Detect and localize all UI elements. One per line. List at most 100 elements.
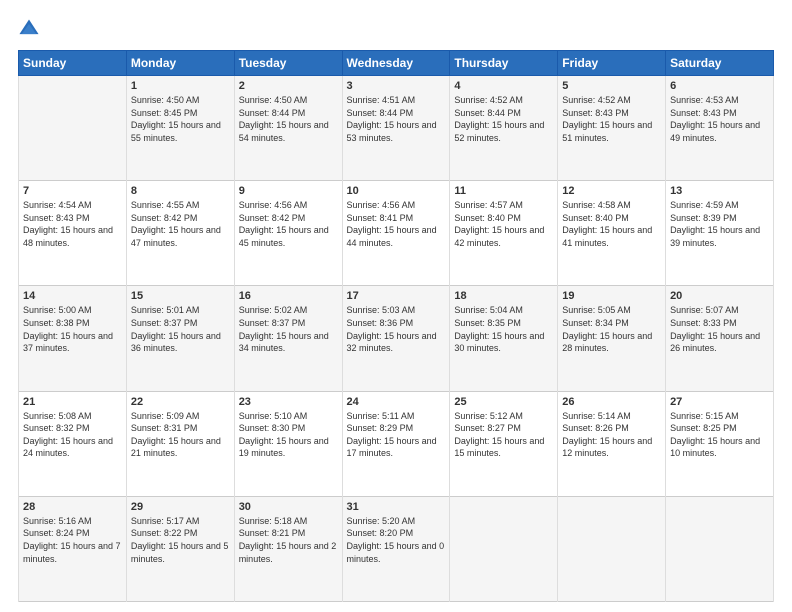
day-number: 1	[131, 80, 230, 92]
cell-text: Sunrise: 5:05 AMSunset: 8:34 PMDaylight:…	[562, 305, 652, 353]
week-row-2: 14 Sunrise: 5:00 AMSunset: 8:38 PMDayligh…	[19, 286, 774, 391]
week-row-4: 28Sunrise: 5:16 AMSunset: 8:24 PMDayligh…	[19, 496, 774, 601]
cell-text: Sunrise: 4:58 AMSunset: 8:40 PMDaylight:…	[562, 200, 652, 248]
day-number: 6	[670, 80, 769, 92]
calendar-cell: 5 Sunrise: 4:52 AMSunset: 8:43 PMDaylight…	[558, 76, 666, 181]
calendar-cell	[19, 76, 127, 181]
calendar-cell: 11 Sunrise: 4:57 AMSunset: 8:40 PMDayligh…	[450, 181, 558, 286]
weekday-header-monday: Monday	[126, 51, 234, 76]
calendar-cell: 10 Sunrise: 4:56 AMSunset: 8:41 PMDayligh…	[342, 181, 450, 286]
cell-text: Sunrise: 5:07 AMSunset: 8:33 PMDaylight:…	[670, 305, 760, 353]
page: SundayMondayTuesdayWednesdayThursdayFrid…	[0, 0, 792, 612]
calendar-cell: 31 Sunrise: 5:20 AMSunset: 8:20 PMDayligh…	[342, 496, 450, 601]
day-number: 17	[347, 290, 446, 302]
day-number: 9	[239, 185, 338, 197]
day-number: 13	[670, 185, 769, 197]
weekday-header-row: SundayMondayTuesdayWednesdayThursdayFrid…	[19, 51, 774, 76]
cell-text: Sunrise: 4:57 AMSunset: 8:40 PMDaylight:…	[454, 200, 544, 248]
calendar-cell: 19 Sunrise: 5:05 AMSunset: 8:34 PMDayligh…	[558, 286, 666, 391]
calendar-cell: 7Sunrise: 4:54 AMSunset: 8:43 PMDaylight…	[19, 181, 127, 286]
calendar-cell: 8 Sunrise: 4:55 AMSunset: 8:42 PMDaylight…	[126, 181, 234, 286]
cell-text: Sunrise: 4:50 AMSunset: 8:44 PMDaylight:…	[239, 95, 329, 143]
calendar-cell: 18 Sunrise: 5:04 AMSunset: 8:35 PMDayligh…	[450, 286, 558, 391]
cell-text: Sunrise: 4:53 AMSunset: 8:43 PMDaylight:…	[670, 95, 760, 143]
day-number: 15	[131, 290, 230, 302]
cell-text: Sunrise: 5:01 AMSunset: 8:37 PMDaylight:…	[131, 305, 221, 353]
cell-text: Sunrise: 5:11 AMSunset: 8:29 PMDaylight:…	[347, 411, 437, 459]
calendar-cell: 1 Sunrise: 4:50 AMSunset: 8:45 PMDaylight…	[126, 76, 234, 181]
calendar-cell: 29 Sunrise: 5:17 AMSunset: 8:22 PMDayligh…	[126, 496, 234, 601]
calendar-cell: 14 Sunrise: 5:00 AMSunset: 8:38 PMDayligh…	[19, 286, 127, 391]
cell-text: Sunrise: 5:00 AMSunset: 8:38 PMDaylight:…	[23, 305, 113, 353]
day-number: 27	[670, 396, 769, 408]
calendar-cell: 3 Sunrise: 4:51 AMSunset: 8:44 PMDaylight…	[342, 76, 450, 181]
calendar-cell: 26 Sunrise: 5:14 AMSunset: 8:26 PMDayligh…	[558, 391, 666, 496]
calendar-cell: 21 Sunrise: 5:08 AMSunset: 8:32 PMDayligh…	[19, 391, 127, 496]
cell-text: Sunrise: 4:56 AMSunset: 8:41 PMDaylight:…	[347, 200, 437, 248]
calendar-cell	[666, 496, 774, 601]
day-number: 22	[131, 396, 230, 408]
calendar-cell: 6 Sunrise: 4:53 AMSunset: 8:43 PMDaylight…	[666, 76, 774, 181]
day-number: 24	[347, 396, 446, 408]
cell-text: Sunrise: 4:54 AMSunset: 8:43 PMDaylight:…	[23, 200, 113, 248]
cell-text: Sunrise: 5:15 AMSunset: 8:25 PMDaylight:…	[670, 411, 760, 459]
cell-text: Sunrise: 4:52 AMSunset: 8:43 PMDaylight:…	[562, 95, 652, 143]
cell-text: Sunrise: 5:02 AMSunset: 8:37 PMDaylight:…	[239, 305, 329, 353]
cell-text: Sunrise: 5:03 AMSunset: 8:36 PMDaylight:…	[347, 305, 437, 353]
cell-text: Sunrise: 5:04 AMSunset: 8:35 PMDaylight:…	[454, 305, 544, 353]
calendar-cell: 22 Sunrise: 5:09 AMSunset: 8:31 PMDayligh…	[126, 391, 234, 496]
day-number: 26	[562, 396, 661, 408]
day-number: 19	[562, 290, 661, 302]
day-number: 29	[131, 501, 230, 513]
cell-text: Sunrise: 4:50 AMSunset: 8:45 PMDaylight:…	[131, 95, 221, 143]
day-number: 5	[562, 80, 661, 92]
weekday-header-tuesday: Tuesday	[234, 51, 342, 76]
weekday-header-friday: Friday	[558, 51, 666, 76]
day-number: 12	[562, 185, 661, 197]
day-number: 25	[454, 396, 553, 408]
calendar-cell: 23Sunrise: 5:10 AMSunset: 8:30 PMDayligh…	[234, 391, 342, 496]
day-number: 31	[347, 501, 446, 513]
calendar-cell: 16 Sunrise: 5:02 AMSunset: 8:37 PMDayligh…	[234, 286, 342, 391]
cell-text: Sunrise: 4:52 AMSunset: 8:44 PMDaylight:…	[454, 95, 544, 143]
day-number: 11	[454, 185, 553, 197]
calendar-cell: 15 Sunrise: 5:01 AMSunset: 8:37 PMDayligh…	[126, 286, 234, 391]
day-number: 10	[347, 185, 446, 197]
week-row-3: 21 Sunrise: 5:08 AMSunset: 8:32 PMDayligh…	[19, 391, 774, 496]
cell-text: Sunrise: 5:18 AMSunset: 8:21 PMDaylight:…	[239, 516, 337, 564]
calendar-cell: 27 Sunrise: 5:15 AMSunset: 8:25 PMDayligh…	[666, 391, 774, 496]
cell-text: Sunrise: 4:55 AMSunset: 8:42 PMDaylight:…	[131, 200, 221, 248]
cell-text: Sunrise: 4:51 AMSunset: 8:44 PMDaylight:…	[347, 95, 437, 143]
cell-text: Sunrise: 5:09 AMSunset: 8:31 PMDaylight:…	[131, 411, 221, 459]
cell-text: Sunrise: 5:17 AMSunset: 8:22 PMDaylight:…	[131, 516, 229, 564]
cell-text: Sunrise: 5:20 AMSunset: 8:20 PMDaylight:…	[347, 516, 445, 564]
week-row-0: 1 Sunrise: 4:50 AMSunset: 8:45 PMDaylight…	[19, 76, 774, 181]
cell-text: Sunrise: 5:16 AMSunset: 8:24 PMDaylight:…	[23, 516, 121, 564]
calendar-cell: 30Sunrise: 5:18 AMSunset: 8:21 PMDayligh…	[234, 496, 342, 601]
week-row-1: 7Sunrise: 4:54 AMSunset: 8:43 PMDaylight…	[19, 181, 774, 286]
calendar-cell: 20Sunrise: 5:07 AMSunset: 8:33 PMDayligh…	[666, 286, 774, 391]
cell-text: Sunrise: 5:12 AMSunset: 8:27 PMDaylight:…	[454, 411, 544, 459]
logo-icon	[18, 18, 40, 40]
day-number: 21	[23, 396, 122, 408]
day-number: 14	[23, 290, 122, 302]
day-number: 3	[347, 80, 446, 92]
calendar-cell: 13 Sunrise: 4:59 AMSunset: 8:39 PMDayligh…	[666, 181, 774, 286]
calendar-cell: 24 Sunrise: 5:11 AMSunset: 8:29 PMDayligh…	[342, 391, 450, 496]
day-number: 18	[454, 290, 553, 302]
day-number: 16	[239, 290, 338, 302]
calendar-cell: 4Sunrise: 4:52 AMSunset: 8:44 PMDaylight…	[450, 76, 558, 181]
logo	[18, 18, 44, 40]
cell-text: Sunrise: 5:08 AMSunset: 8:32 PMDaylight:…	[23, 411, 113, 459]
cell-text: Sunrise: 5:10 AMSunset: 8:30 PMDaylight:…	[239, 411, 329, 459]
day-number: 2	[239, 80, 338, 92]
cell-text: Sunrise: 5:14 AMSunset: 8:26 PMDaylight:…	[562, 411, 652, 459]
header	[18, 18, 774, 40]
calendar-cell	[558, 496, 666, 601]
weekday-header-sunday: Sunday	[19, 51, 127, 76]
calendar-cell: 25 Sunrise: 5:12 AMSunset: 8:27 PMDayligh…	[450, 391, 558, 496]
weekday-header-wednesday: Wednesday	[342, 51, 450, 76]
day-number: 8	[131, 185, 230, 197]
cell-text: Sunrise: 4:59 AMSunset: 8:39 PMDaylight:…	[670, 200, 760, 248]
calendar-cell: 12 Sunrise: 4:58 AMSunset: 8:40 PMDayligh…	[558, 181, 666, 286]
